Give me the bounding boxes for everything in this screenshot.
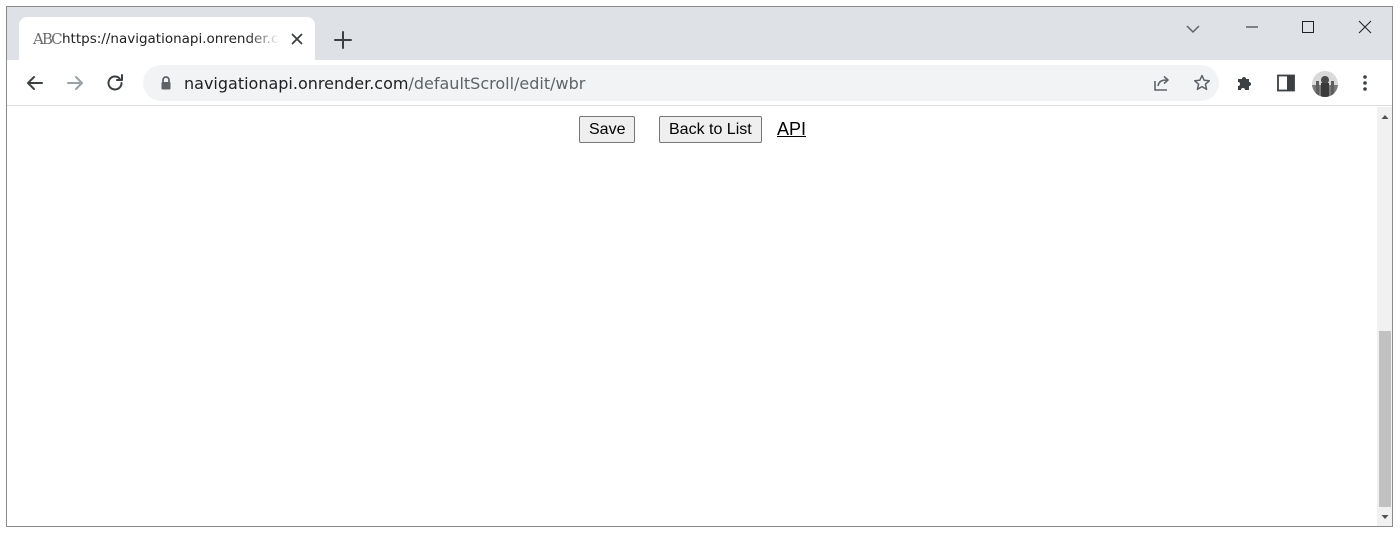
scrollbar-thumb[interactable] <box>1379 331 1391 507</box>
url-host: navigationapi.onrender.com <box>184 74 409 93</box>
address-bar[interactable]: navigationapi.onrender.com/defaultScroll… <box>143 65 1219 101</box>
maximize-icon[interactable] <box>1293 15 1323 39</box>
share-icon[interactable] <box>1152 73 1172 93</box>
star-icon[interactable] <box>1192 73 1212 93</box>
puzzle-icon[interactable] <box>1234 72 1256 94</box>
new-tab-button[interactable] <box>331 28 355 52</box>
api-link[interactable]: API <box>777 119 806 140</box>
browser-toolbar: navigationapi.onrender.com/defaultScroll… <box>7 60 1392 106</box>
browser-tab[interactable]: ABC https://navigationapi.onrender.com/d… <box>19 17 315 60</box>
browser-window: ABC https://navigationapi.onrender.com/d… <box>6 6 1393 527</box>
save-button[interactable]: Save <box>579 116 636 143</box>
url-text[interactable]: navigationapi.onrender.com/defaultScroll… <box>184 74 585 94</box>
page-content: Save Back to List API <box>7 107 1377 526</box>
side-panel-icon[interactable] <box>1275 72 1297 94</box>
profile-avatar-icon <box>1312 71 1338 97</box>
vertical-scrollbar[interactable] <box>1377 107 1393 526</box>
scroll-up-arrow-icon[interactable] <box>1377 109 1393 125</box>
reload-icon[interactable] <box>103 71 127 95</box>
scroll-down-arrow-icon[interactable] <box>1377 509 1393 525</box>
minimize-icon[interactable] <box>1237 15 1267 39</box>
tab-title: https://navigationapi.onrender.com/defau… <box>62 31 280 47</box>
arrow-left-icon[interactable] <box>23 71 47 95</box>
arrow-right-icon[interactable] <box>63 71 87 95</box>
url-path: /defaultScroll/edit/wbr <box>408 74 586 93</box>
close-icon[interactable] <box>289 31 305 47</box>
lock-icon[interactable] <box>159 75 173 91</box>
close-icon[interactable] <box>1350 15 1380 39</box>
tab-bar: ABC https://navigationapi.onrender.com/d… <box>7 7 1392 60</box>
kebab-menu-icon[interactable] <box>1354 72 1376 94</box>
avatar[interactable] <box>1312 71 1338 97</box>
back-to-list-button[interactable]: Back to List <box>659 116 762 143</box>
tab-favicon: ABC <box>33 30 63 48</box>
chevron-down-icon[interactable] <box>1183 19 1203 39</box>
